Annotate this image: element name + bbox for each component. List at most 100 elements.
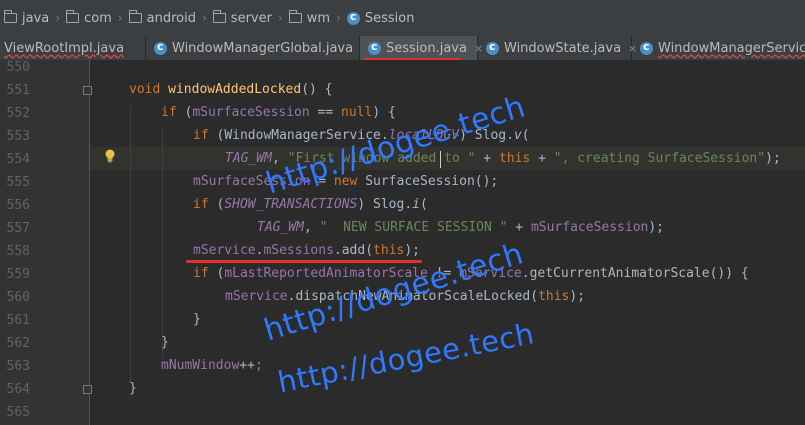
code-text: + (507, 220, 531, 235)
brace: } (193, 312, 201, 327)
code-line-557: TAG_WM, " NEW SURFACE SESSION " + mSurfa… (257, 220, 664, 235)
code-text: ( (521, 128, 530, 143)
code-line-552: if (mSurfaceSession == null) { (161, 105, 396, 120)
line-number: 550 (6, 60, 30, 75)
code-text: ( (420, 197, 428, 212)
line-number: 553 (6, 129, 30, 144)
code-text: ); (648, 220, 665, 235)
line-number: 558 (6, 244, 30, 259)
breadcrumb-java[interactable]: java (4, 0, 49, 36)
field: mService (193, 243, 256, 258)
code-text: ++ (239, 358, 255, 373)
breadcrumb-label: java (22, 10, 50, 26)
folder-icon (128, 10, 142, 23)
tab-windowmanagerservice[interactable]: WindowManagerService.java (632, 36, 805, 60)
keyword: if (193, 128, 209, 143)
line-number: 556 (6, 198, 30, 213)
brace: } (129, 381, 137, 396)
indent-guide (162, 129, 163, 358)
code-text: ); (404, 243, 421, 258)
code-text: . (506, 128, 514, 143)
code-text: ( (208, 197, 225, 212)
code-text: ( (176, 105, 193, 120)
brace: } (161, 335, 169, 350)
line-number: 554 (6, 152, 30, 167)
code-text: (); (474, 174, 499, 189)
breadcrumb-session[interactable]: Session (346, 0, 415, 36)
folder-icon (4, 10, 17, 23)
breadcrumb-label: com (84, 10, 112, 26)
code-text: , (303, 220, 320, 235)
code-text: ) { (372, 105, 396, 120)
line-number: 561 (6, 313, 30, 328)
line-number: 555 (6, 175, 30, 190)
keyword: null (341, 105, 373, 120)
code-text: ); (765, 151, 781, 166)
class-icon (486, 40, 499, 55)
code-line-556: if (SHOW_TRANSACTIONS) Slog.i( (193, 197, 428, 212)
line-number: 551 (6, 83, 30, 98)
fold-toggle-icon[interactable] (83, 385, 92, 394)
chevron-right-icon: › (117, 11, 123, 25)
keyword: this (373, 243, 405, 258)
tab-label: ViewRootImpl.java (4, 40, 125, 56)
tab-viewrootimpl[interactable]: ViewRootImpl.java (0, 36, 146, 60)
folder-icon (66, 10, 80, 23)
breadcrumb-server[interactable]: server (212, 0, 272, 36)
line-number: 564 (6, 382, 30, 397)
line-number: 562 (6, 336, 30, 351)
code-text: + (475, 151, 499, 166)
class-icon (154, 40, 167, 55)
string-literal: " NEW SURFACE SESSION " (319, 220, 508, 235)
breadcrumb-label: Session (364, 10, 415, 26)
code-line-annotation (186, 260, 422, 263)
breadcrumb: java › com › android › server › wm › Ses… (0, 0, 805, 36)
text-caret (440, 151, 441, 168)
lightbulb-icon[interactable] (104, 149, 116, 163)
field: mService (225, 289, 288, 304)
code-text: ( (208, 128, 225, 143)
keyword: if (193, 266, 209, 281)
breadcrumb-label: android (146, 10, 196, 26)
tab-session[interactable]: Session.java × (360, 36, 483, 60)
code-line-551: void windowAddedLocked() { (129, 82, 333, 97)
class-ref: SurfaceSession (357, 174, 475, 189)
tab-windowstate[interactable]: WindowState.java × (478, 36, 637, 60)
keyword: if (193, 197, 209, 212)
code-text: + (530, 151, 554, 166)
class-icon (368, 40, 381, 55)
code-line-563: mNumWindow++; (161, 358, 263, 373)
field: mSurfaceSession (192, 105, 310, 120)
method-call: i (412, 197, 420, 212)
chevron-right-icon: › (336, 11, 341, 25)
breadcrumb-label: wm (306, 10, 331, 26)
breadcrumb-wm[interactable]: wm (288, 0, 331, 36)
code-line-561: } (193, 312, 201, 327)
code-line-562: } (161, 335, 169, 350)
line-number: 552 (6, 106, 30, 121)
code-text: () { (301, 82, 333, 97)
breadcrumb-com[interactable]: com (66, 0, 112, 36)
tab-windowmanagerglobal[interactable]: WindowManagerGlobal.java × (146, 36, 369, 60)
line-number: 563 (6, 359, 30, 374)
chevron-right-icon: › (277, 11, 283, 25)
field: mSurfaceSession (530, 220, 649, 235)
breadcrumb-android[interactable]: android (128, 0, 196, 36)
code-text: ) (357, 197, 374, 212)
field: mSessions (263, 243, 334, 258)
method-name: windowAddedLocked (168, 82, 302, 97)
folder-icon (288, 10, 302, 23)
class-icon (640, 40, 653, 55)
indent-guide (130, 106, 131, 382)
fold-toggle-icon[interactable] (83, 86, 92, 95)
class-ref: Slog (373, 197, 405, 212)
code-text: .add( (333, 243, 374, 258)
keyword: if (161, 105, 177, 120)
folder-icon (212, 10, 226, 23)
keyword: void (129, 82, 161, 97)
line-number: 557 (6, 221, 30, 236)
code-line-564: } (129, 381, 137, 396)
field: TAG_WM (225, 151, 272, 166)
tab-label: WindowState.java (504, 40, 622, 56)
tab-label: WindowManagerGlobal.java (172, 40, 354, 56)
